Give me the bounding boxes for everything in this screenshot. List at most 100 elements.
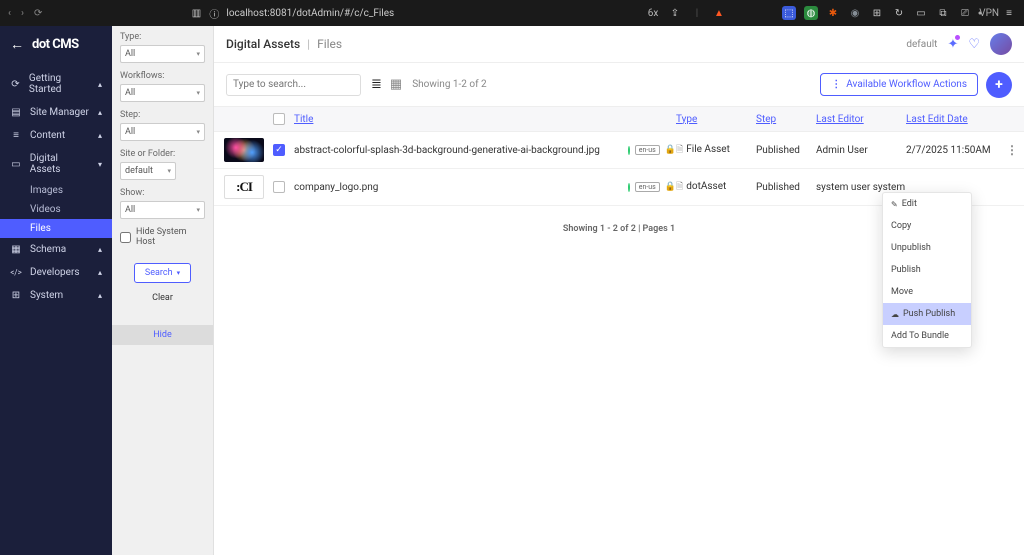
sidebar-item-site-manager[interactable]: ▤ Site Manager ▴	[0, 101, 112, 124]
header-date[interactable]: Last Edit Date	[906, 114, 1006, 125]
status-dot-icon	[628, 183, 630, 192]
row-actions-menu-icon[interactable]: ⋮	[1006, 143, 1024, 157]
chevron-down-icon: ▾	[98, 160, 102, 169]
sidebar-header: ← dot CMS	[0, 26, 112, 63]
share-icon[interactable]: ⇪	[668, 6, 682, 20]
ctx-edit[interactable]: ✎Edit	[883, 193, 971, 215]
cast-icon[interactable]: ⎚	[958, 6, 972, 20]
header-step[interactable]: Step	[756, 114, 816, 125]
row-checkbox[interactable]	[273, 181, 285, 193]
extension-icon-1[interactable]: ⬚	[782, 6, 796, 20]
sidebar-item-getting-started[interactable]: ⟳ Getting Started ▴	[0, 67, 112, 101]
sidebar-sub-videos[interactable]: Videos	[0, 200, 112, 219]
table-row[interactable]: ✓ abstract-colorful-splash-3d-background…	[214, 132, 1024, 169]
filter-pane: Type: All▾ Workflows: All▾ Step: All▾ Si…	[112, 26, 214, 555]
sidebar-item-content[interactable]: ≡ Content ▴	[0, 124, 112, 147]
search-input[interactable]	[226, 74, 361, 96]
row-date: 2/7/2025 11:50AM	[906, 145, 1006, 156]
header-title[interactable]: Title	[294, 114, 628, 125]
hide-system-host-row[interactable]: Hide System Host	[112, 221, 213, 253]
filter-step-select[interactable]: All▾	[120, 123, 205, 141]
chevron-down-icon: ▾	[167, 167, 171, 175]
extension-icon-2[interactable]: ◍	[804, 6, 818, 20]
back-arrow-icon[interactable]: ←	[10, 36, 24, 53]
workflow-actions-button[interactable]: ⋮ Available Workflow Actions	[820, 73, 978, 96]
kebab-icon: ⋮	[831, 79, 841, 90]
hide-system-host-checkbox[interactable]	[120, 232, 131, 243]
tenant-label[interactable]: default	[906, 39, 937, 50]
select-all-checkbox[interactable]	[273, 113, 285, 125]
hamburger-menu-icon[interactable]: ≡	[1002, 6, 1016, 20]
row-checkbox[interactable]: ✓	[273, 144, 285, 156]
downloads-icon[interactable]: ⧉	[936, 6, 950, 20]
row-thumbnail[interactable]	[224, 138, 264, 162]
browser-reload-icon[interactable]: ⟳	[34, 8, 42, 19]
panel-icon[interactable]: ▭	[914, 6, 928, 20]
header-type[interactable]: Type	[676, 114, 756, 125]
badge-dot	[955, 35, 960, 40]
sidebar-item-schema[interactable]: ▦ Schema ▴	[0, 238, 112, 261]
ctx-label: Edit	[902, 199, 917, 209]
history-icon[interactable]: ↻	[892, 6, 906, 20]
code-icon: </>	[10, 268, 22, 277]
list-view-icon[interactable]: ≣	[371, 77, 382, 92]
sidebar-item-system[interactable]: ⊞ System ▴	[0, 284, 112, 307]
ctx-label: Publish	[891, 265, 921, 275]
filter-workflows-select[interactable]: All▾	[120, 84, 205, 102]
filter-site-select[interactable]: default ▾	[120, 162, 176, 180]
filter-show-label: Show:	[120, 188, 205, 198]
chevron-down-icon: ▾	[177, 269, 181, 277]
ctx-label: Add To Bundle	[891, 331, 949, 341]
user-avatar[interactable]	[990, 33, 1012, 55]
ctx-move[interactable]: Move	[883, 281, 971, 303]
filter-step-value: All	[125, 127, 135, 137]
extension-icon-4[interactable]: ◉	[848, 6, 862, 20]
header-editor[interactable]: Last Editor	[816, 114, 906, 125]
filter-hide-bar[interactable]: Hide	[112, 325, 213, 345]
filter-site-value: default	[125, 166, 153, 176]
url-text: localhost:8081/dotAdmin/#/c/c_Files	[226, 8, 394, 19]
filter-site-label: Site or Folder:	[120, 149, 205, 159]
add-button[interactable]: +	[986, 72, 1012, 98]
reader-mode-badge[interactable]: 6x	[646, 6, 660, 20]
filter-clear-link[interactable]: Clear	[112, 293, 213, 317]
brave-shield-icon[interactable]: ▲	[712, 6, 726, 20]
vpn-indicator[interactable]: ● VPN	[980, 6, 994, 20]
browser-forward-icon[interactable]: ›	[21, 8, 24, 19]
row-title[interactable]: abstract-colorful-splash-3d-background-g…	[294, 145, 628, 156]
sidebar-sub-files[interactable]: Files	[0, 219, 112, 238]
browser-nav: ‹ › ⟳	[8, 8, 42, 19]
extension-icon-3[interactable]: ✱	[826, 6, 840, 20]
sidebar-item-digital-assets[interactable]: ▭ Digital Assets ▾	[0, 147, 112, 181]
extensions-puzzle-icon[interactable]: ⊞	[870, 6, 884, 20]
sidebar-item-label: Developers	[30, 267, 80, 278]
filter-search-button[interactable]: Search ▾	[134, 263, 191, 283]
notifications-bell-icon[interactable]: ♡	[968, 37, 980, 52]
chevron-down-icon: ▾	[196, 50, 200, 58]
row-thumbnail[interactable]: :CI	[224, 175, 264, 199]
row-title[interactable]: company_logo.png	[294, 182, 628, 193]
ctx-publish[interactable]: Publish	[883, 259, 971, 281]
ctx-copy[interactable]: Copy	[883, 215, 971, 237]
sidebar-sub-images[interactable]: Images	[0, 181, 112, 200]
filter-show-select[interactable]: All▾	[120, 201, 205, 219]
ctx-unpublish[interactable]: Unpublish	[883, 237, 971, 259]
url-bar[interactable]: ▥ ⓘ localhost:8081/dotAdmin/#/c/c_Files	[50, 7, 638, 19]
view-toggle: ≣ ▦	[371, 77, 402, 92]
ctx-label: Push Publish	[903, 309, 955, 319]
sidebar-toggle-icon[interactable]: ▥	[190, 7, 202, 19]
locale-tag: en-us	[635, 145, 660, 155]
ctx-add-to-bundle[interactable]: Add To Bundle	[883, 325, 971, 347]
ctx-push-publish[interactable]: ☁Push Publish	[883, 303, 971, 325]
grid-view-icon[interactable]: ▦	[390, 77, 402, 92]
browser-back-icon[interactable]: ‹	[8, 8, 11, 19]
sidebar-item-developers[interactable]: </> Developers ▴	[0, 261, 112, 284]
app-logo[interactable]: dot CMS	[32, 37, 79, 52]
row-step: Published	[756, 145, 816, 156]
breadcrumb-root[interactable]: Digital Assets	[226, 37, 300, 51]
sidebar-item-label: Digital Assets	[30, 153, 90, 175]
announcements-icon[interactable]: ✦	[947, 37, 958, 52]
site-info-icon[interactable]: ⓘ	[208, 7, 220, 19]
file-icon: 🗎	[676, 145, 683, 155]
filter-type-select[interactable]: All▾	[120, 45, 205, 63]
